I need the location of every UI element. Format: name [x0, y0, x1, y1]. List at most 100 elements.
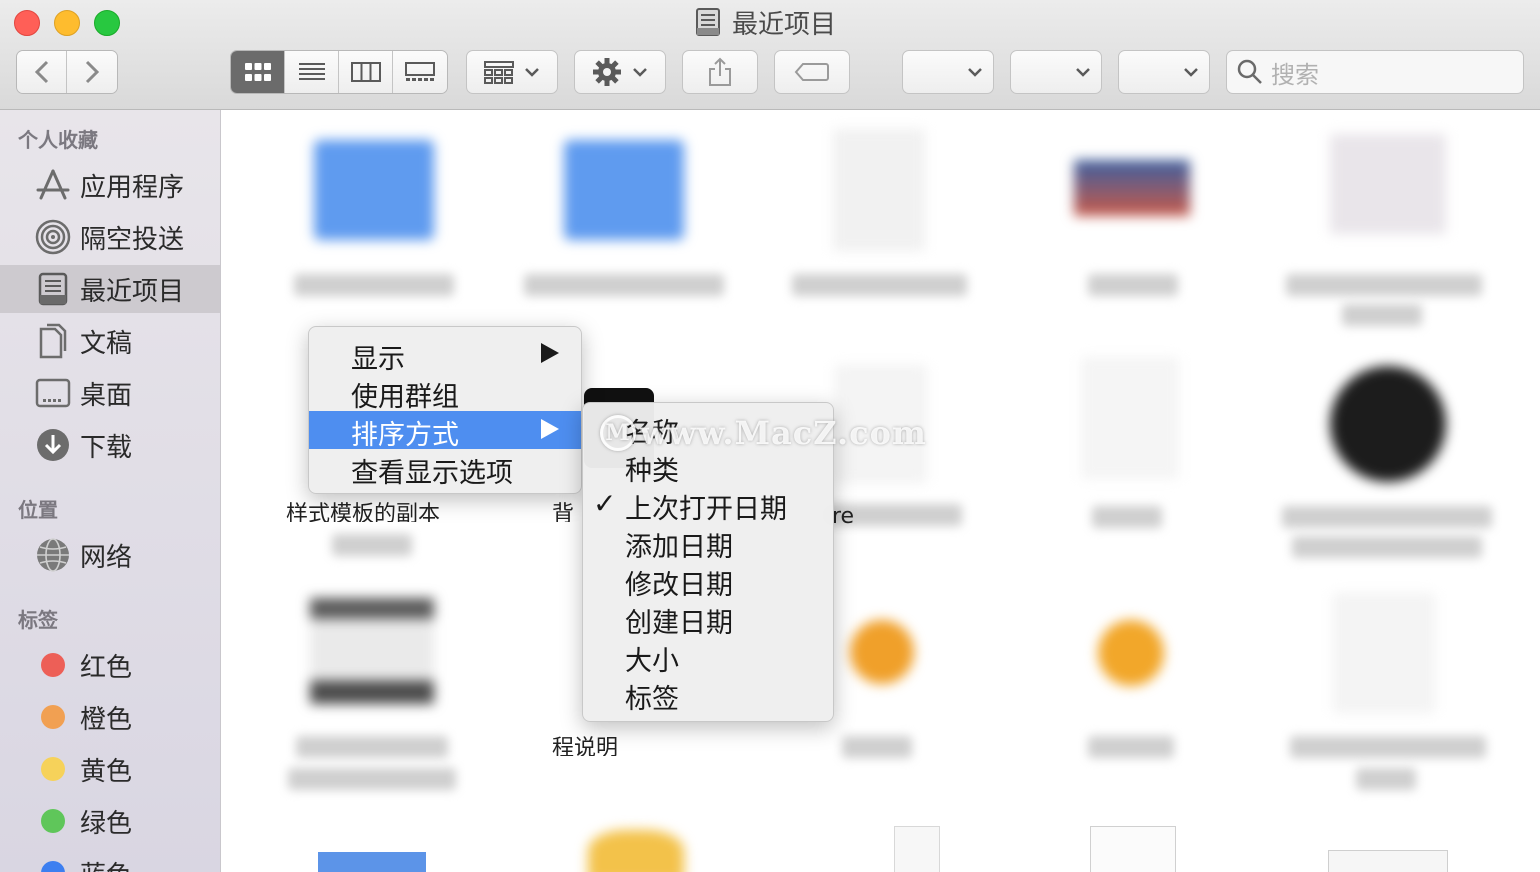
file-name: 背: [552, 502, 575, 522]
columns-icon: [350, 62, 381, 82]
menu-item-label: 查看显示选项: [351, 458, 513, 489]
folder-thumbnail[interactable]: [564, 140, 684, 240]
file-name: 程说明: [552, 736, 619, 756]
sidebar-item-network[interactable]: 网络: [0, 531, 220, 579]
sidebar-item-downloads[interactable]: 下载: [0, 421, 220, 469]
list-view-button[interactable]: [285, 51, 339, 93]
sort-option-date-created[interactable]: 创建日期: [583, 599, 833, 639]
tag-red-dot: [34, 647, 72, 683]
menu-item-sort-by[interactable]: 排序方式: [309, 411, 581, 451]
menu-item-label: 使用群组: [351, 382, 459, 413]
gallery-view-button[interactable]: [393, 51, 447, 93]
tag-yellow-dot: [34, 751, 72, 787]
sidebar-item-label: 蓝色: [80, 855, 132, 872]
grid-icon: [244, 63, 271, 81]
sidebar-item-label: 黄色: [80, 756, 133, 787]
toolbar: 最近项目 搜索: [0, 0, 1540, 110]
menu-item-label: 修改日期: [625, 570, 733, 601]
file-name: 样式模板的副本: [286, 502, 441, 522]
menu-item-label: 排序方式: [351, 420, 459, 451]
menu-item-label: 添加日期: [625, 532, 733, 563]
image-thumbnail[interactable]: [1074, 160, 1190, 216]
file-label: [1282, 506, 1492, 528]
document-thumbnail[interactable]: [1328, 850, 1448, 872]
sidebar-item-label: 网络: [80, 542, 133, 573]
minimize-window-button[interactable]: [54, 10, 80, 36]
sort-option-size[interactable]: 大小: [583, 637, 833, 677]
chevron-down-icon: [633, 68, 647, 77]
sidebar-section-locations: 位置: [18, 498, 58, 522]
package-thumbnail[interactable]: [850, 620, 914, 684]
document-thumbnail[interactable]: [1090, 826, 1176, 872]
sort-option-tags[interactable]: 标签: [583, 675, 833, 715]
watermark: M www.MacZ.com: [600, 414, 927, 452]
document-thumbnail[interactable]: [1334, 594, 1434, 712]
menu-item-view-options[interactable]: 查看显示选项: [309, 449, 581, 489]
sidebar-item-tag-blue[interactable]: 蓝色: [0, 849, 220, 872]
watermark-text: www.MacZ.com: [640, 414, 927, 452]
file-label: [288, 768, 456, 790]
file-label: [1290, 736, 1486, 758]
document-thumbnail[interactable]: [1082, 358, 1178, 478]
view-mode-control: [230, 50, 448, 94]
toolbar-dropdown-1[interactable]: [902, 50, 994, 94]
sort-option-kind[interactable]: 种类: [583, 447, 833, 487]
folder-thumbnail[interactable]: [314, 140, 434, 240]
gear-icon: [593, 58, 621, 86]
tag-green-dot: [34, 803, 72, 839]
group-icon: [484, 61, 514, 84]
menu-item-label: 标签: [625, 684, 679, 715]
group-by-button[interactable]: [466, 50, 558, 94]
sidebar-item-tag-red[interactable]: 红色: [0, 641, 220, 689]
share-button[interactable]: [682, 50, 758, 94]
toolbar-dropdown-2[interactable]: [1010, 50, 1102, 94]
package-thumbnail[interactable]: [588, 830, 684, 872]
menu-item-show[interactable]: 显示: [309, 335, 581, 375]
sidebar-item-label: 下载: [80, 432, 133, 463]
sort-option-date-modified[interactable]: 修改日期: [583, 561, 833, 601]
file-label: [792, 274, 967, 296]
sidebar-item-airdrop[interactable]: 隔空投送: [0, 213, 220, 261]
zoom-window-button[interactable]: [94, 10, 120, 36]
chevron-down-icon: [968, 68, 982, 77]
menu-item-label: 上次打开日期: [625, 494, 787, 525]
back-button[interactable]: [17, 51, 67, 93]
image-thumbnail[interactable]: [1330, 366, 1446, 482]
column-view-button[interactable]: [339, 51, 393, 93]
file-label: [294, 274, 454, 296]
share-icon: [709, 57, 731, 86]
watermark-logo-icon: M: [600, 415, 636, 451]
sidebar-item-tag-orange[interactable]: 橙色: [0, 693, 220, 741]
file-label: [1292, 536, 1482, 558]
tag-icon: [794, 63, 829, 81]
icon-view-button[interactable]: [231, 51, 285, 93]
document-thumbnail[interactable]: [834, 130, 924, 250]
sidebar-item-recents[interactable]: 最近项目: [0, 265, 220, 313]
sidebar-item-documents[interactable]: 文稿: [0, 317, 220, 365]
forward-button[interactable]: [67, 51, 117, 93]
file-label: [332, 534, 412, 556]
image-thumbnail[interactable]: [310, 598, 434, 704]
sort-option-last-opened[interactable]: ✓ 上次打开日期: [583, 485, 833, 525]
image-thumbnail[interactable]: [1330, 134, 1446, 234]
search-field[interactable]: 搜索: [1226, 50, 1524, 94]
sort-option-date-added[interactable]: 添加日期: [583, 523, 833, 563]
file-label: [842, 736, 912, 758]
package-thumbnail[interactable]: [1098, 620, 1164, 686]
sidebar-item-desktop[interactable]: 桌面: [0, 369, 220, 417]
sidebar-section-tags: 标签: [18, 608, 58, 632]
toolbar-dropdown-3[interactable]: [1118, 50, 1210, 94]
document-thumbnail[interactable]: [894, 826, 940, 872]
action-menu-button[interactable]: [574, 50, 666, 94]
sidebar-item-tag-green[interactable]: 绿色: [0, 797, 220, 845]
edit-tags-button[interactable]: [774, 50, 850, 94]
file-label: [524, 274, 724, 296]
search-icon: [1237, 59, 1262, 84]
close-window-button[interactable]: [14, 10, 40, 36]
menu-item-label: 创建日期: [625, 608, 733, 639]
sidebar-item-applications[interactable]: 应用程序: [0, 161, 220, 209]
menu-item-use-groups[interactable]: 使用群组: [309, 373, 581, 413]
sidebar-item-tag-yellow[interactable]: 黄色: [0, 745, 220, 793]
image-thumbnail[interactable]: [318, 852, 426, 872]
recents-icon: [694, 7, 722, 37]
